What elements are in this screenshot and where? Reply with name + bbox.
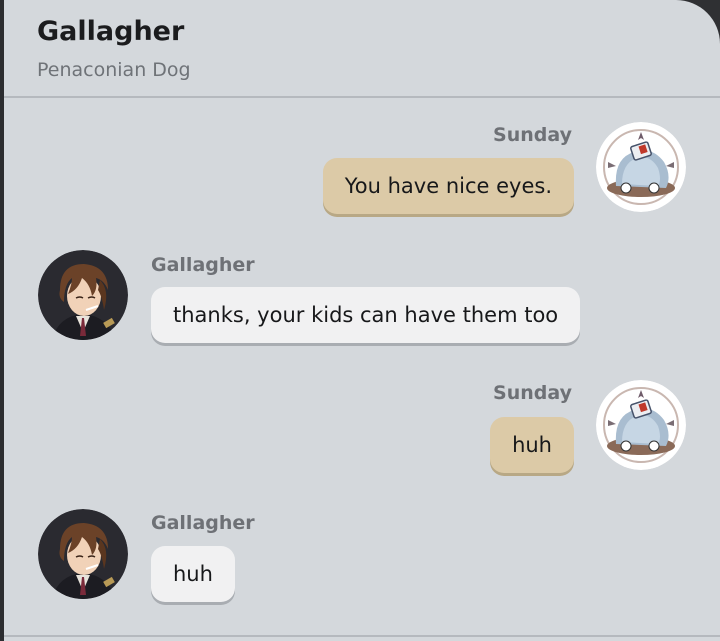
sender-name: Sunday <box>493 382 572 404</box>
chat-header: Gallagher Penaconian Dog <box>4 0 720 98</box>
message-bubble[interactable]: huh <box>151 546 235 602</box>
message-bubble[interactable]: You have nice eyes. <box>322 158 574 214</box>
gallagher-avatar[interactable] <box>38 250 128 340</box>
chat-title: Gallagher <box>37 16 185 47</box>
sunday-avatar[interactable] <box>596 122 686 212</box>
message-bubble[interactable]: thanks, your kids can have them too <box>151 287 581 343</box>
sender-name: Sunday <box>493 124 572 146</box>
chat-subtitle: Penaconian Dog <box>37 59 191 81</box>
chat-panel: Gallagher Penaconian Dog Sunday You have… <box>0 0 720 641</box>
gallagher-avatar[interactable] <box>38 509 128 599</box>
sender-name: Gallagher <box>151 512 255 534</box>
sunday-avatar[interactable] <box>596 380 686 470</box>
sunday-avatar-icon <box>596 380 686 470</box>
gallagher-avatar-icon <box>38 250 128 340</box>
sender-name: Gallagher <box>151 254 255 276</box>
footer-divider <box>4 635 720 637</box>
message-bubble[interactable]: huh <box>490 417 574 473</box>
sunday-avatar-icon <box>596 122 686 212</box>
gallagher-avatar-icon <box>38 509 128 599</box>
